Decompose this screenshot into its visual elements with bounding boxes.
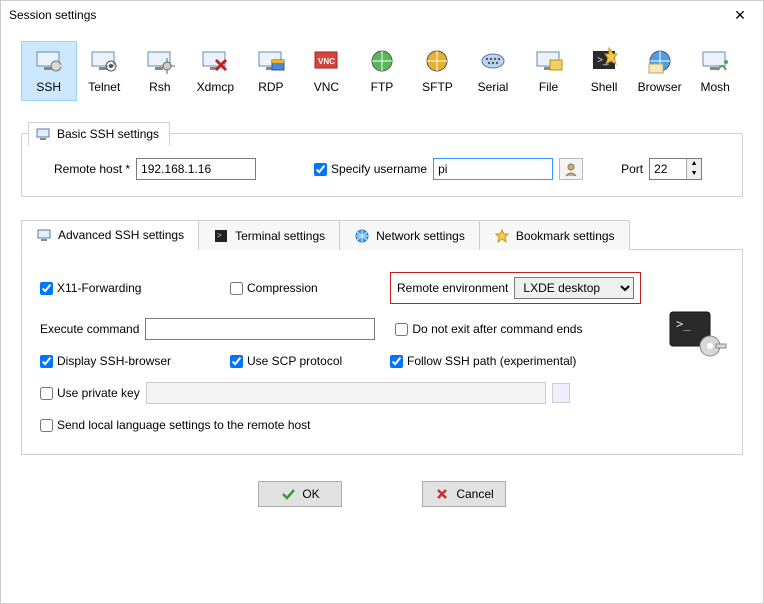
terminal-icon: >: [213, 228, 229, 244]
advanced-ssh-panel: X11-Forwarding Compression Remote enviro…: [21, 250, 743, 455]
tab-advanced[interactable]: Advanced SSH settings: [21, 220, 199, 250]
protocol-rsh[interactable]: Rsh: [132, 41, 188, 101]
protocol-label: Mosh: [688, 80, 742, 94]
protocol-shell[interactable]: >_Shell: [576, 41, 632, 101]
execute-command-label: Execute command: [40, 322, 139, 336]
private-key-checkbox[interactable]: Use private key: [40, 386, 140, 400]
ok-button[interactable]: OK: [258, 481, 342, 507]
protocol-label: SSH: [22, 80, 76, 94]
cancel-button[interactable]: Cancel: [422, 481, 506, 507]
chevron-down-icon[interactable]: ▼: [687, 169, 701, 179]
execute-command-input[interactable]: [145, 318, 375, 340]
protocol-label: SFTP: [411, 80, 465, 94]
cross-icon: [434, 486, 450, 502]
users-button[interactable]: [559, 158, 583, 180]
basic-ssh-group: Basic SSH settings Remote host * Specify…: [21, 133, 743, 197]
remote-environment-label: Remote environment: [397, 281, 508, 295]
remote-environment-select[interactable]: LXDE desktop: [514, 277, 634, 299]
protocol-label: Xdmcp: [189, 80, 243, 94]
protocol-label: Rsh: [133, 80, 187, 94]
protocol-ftp[interactable]: FTP: [354, 41, 410, 101]
ssh-browser-checkbox[interactable]: Display SSH-browser: [40, 354, 230, 368]
protocol-xdmcp[interactable]: Xdmcp: [188, 41, 244, 101]
check-icon: [280, 486, 296, 502]
protocol-label: VNC: [300, 80, 354, 94]
remote-host-input[interactable]: [136, 158, 256, 180]
protocol-label: Shell: [577, 80, 631, 94]
protocol-browser[interactable]: Browser: [632, 41, 688, 101]
protocol-label: FTP: [355, 80, 409, 94]
compression-checkbox[interactable]: Compression: [230, 281, 390, 295]
monitor-icon: [36, 227, 52, 243]
x11-forwarding-checkbox[interactable]: X11-Forwarding: [40, 281, 230, 295]
star-icon: [494, 228, 510, 244]
ssh-terminal-key-icon: >_: [666, 306, 728, 368]
protocol-vnc[interactable]: VNC VNC: [299, 41, 355, 101]
remote-host-label: Remote host *: [54, 162, 130, 176]
svg-text:>: >: [217, 231, 222, 240]
protocol-file[interactable]: File: [521, 41, 577, 101]
private-key-input: [146, 382, 546, 404]
tab-terminal[interactable]: > Terminal settings: [198, 220, 340, 250]
username-input[interactable]: [433, 158, 553, 180]
monitor-icon: [35, 126, 51, 142]
port-input[interactable]: ▲▼: [649, 158, 702, 180]
protocol-label: Browser: [633, 80, 687, 94]
protocol-mosh[interactable]: Mosh: [687, 41, 743, 101]
tab-bookmark[interactable]: Bookmark settings: [479, 220, 630, 250]
chevron-up-icon[interactable]: ▲: [687, 159, 701, 169]
port-label: Port: [621, 162, 643, 176]
titlebar: Session settings ✕: [1, 1, 763, 29]
no-exit-checkbox[interactable]: Do not exit after command ends: [395, 322, 582, 336]
dialog-buttons: OK Cancel: [21, 455, 743, 517]
protocol-serial[interactable]: Serial: [465, 41, 521, 101]
protocol-label: File: [522, 80, 576, 94]
tab-network[interactable]: Network settings: [339, 220, 480, 250]
scp-protocol-checkbox[interactable]: Use SCP protocol: [230, 354, 390, 368]
protocol-rdp[interactable]: RDP: [243, 41, 299, 101]
close-icon[interactable]: ✕: [725, 7, 755, 24]
protocol-label: RDP: [244, 80, 298, 94]
svg-text:VNC: VNC: [318, 57, 335, 66]
user-icon: [563, 161, 579, 177]
remote-environment-group: Remote environment LXDE desktop: [390, 272, 641, 304]
svg-text:>_: >_: [676, 317, 691, 331]
private-key-browse-button[interactable]: [552, 383, 570, 403]
protocol-telnet[interactable]: Telnet: [77, 41, 133, 101]
protocol-label: Telnet: [78, 80, 132, 94]
protocol-label: Serial: [466, 80, 520, 94]
specify-username-checkbox[interactable]: Specify username: [314, 162, 427, 176]
globe-icon: [354, 228, 370, 244]
protocol-toolbar: SSHTelnetRshXdmcpRDPVNCVNCFTPSFTPSerialF…: [21, 39, 743, 115]
basic-ssh-group-title: Basic SSH settings: [28, 122, 170, 146]
settings-tabstrip: Advanced SSH settings > Terminal setting…: [21, 219, 743, 250]
session-settings-window: Session settings ✕ SSHTelnetRshXdmcpRDPV…: [0, 0, 764, 604]
protocol-ssh[interactable]: SSH: [21, 41, 77, 101]
window-title: Session settings: [9, 8, 725, 22]
protocol-sftp[interactable]: SFTP: [410, 41, 466, 101]
send-language-checkbox[interactable]: Send local language settings to the remo…: [40, 418, 724, 432]
